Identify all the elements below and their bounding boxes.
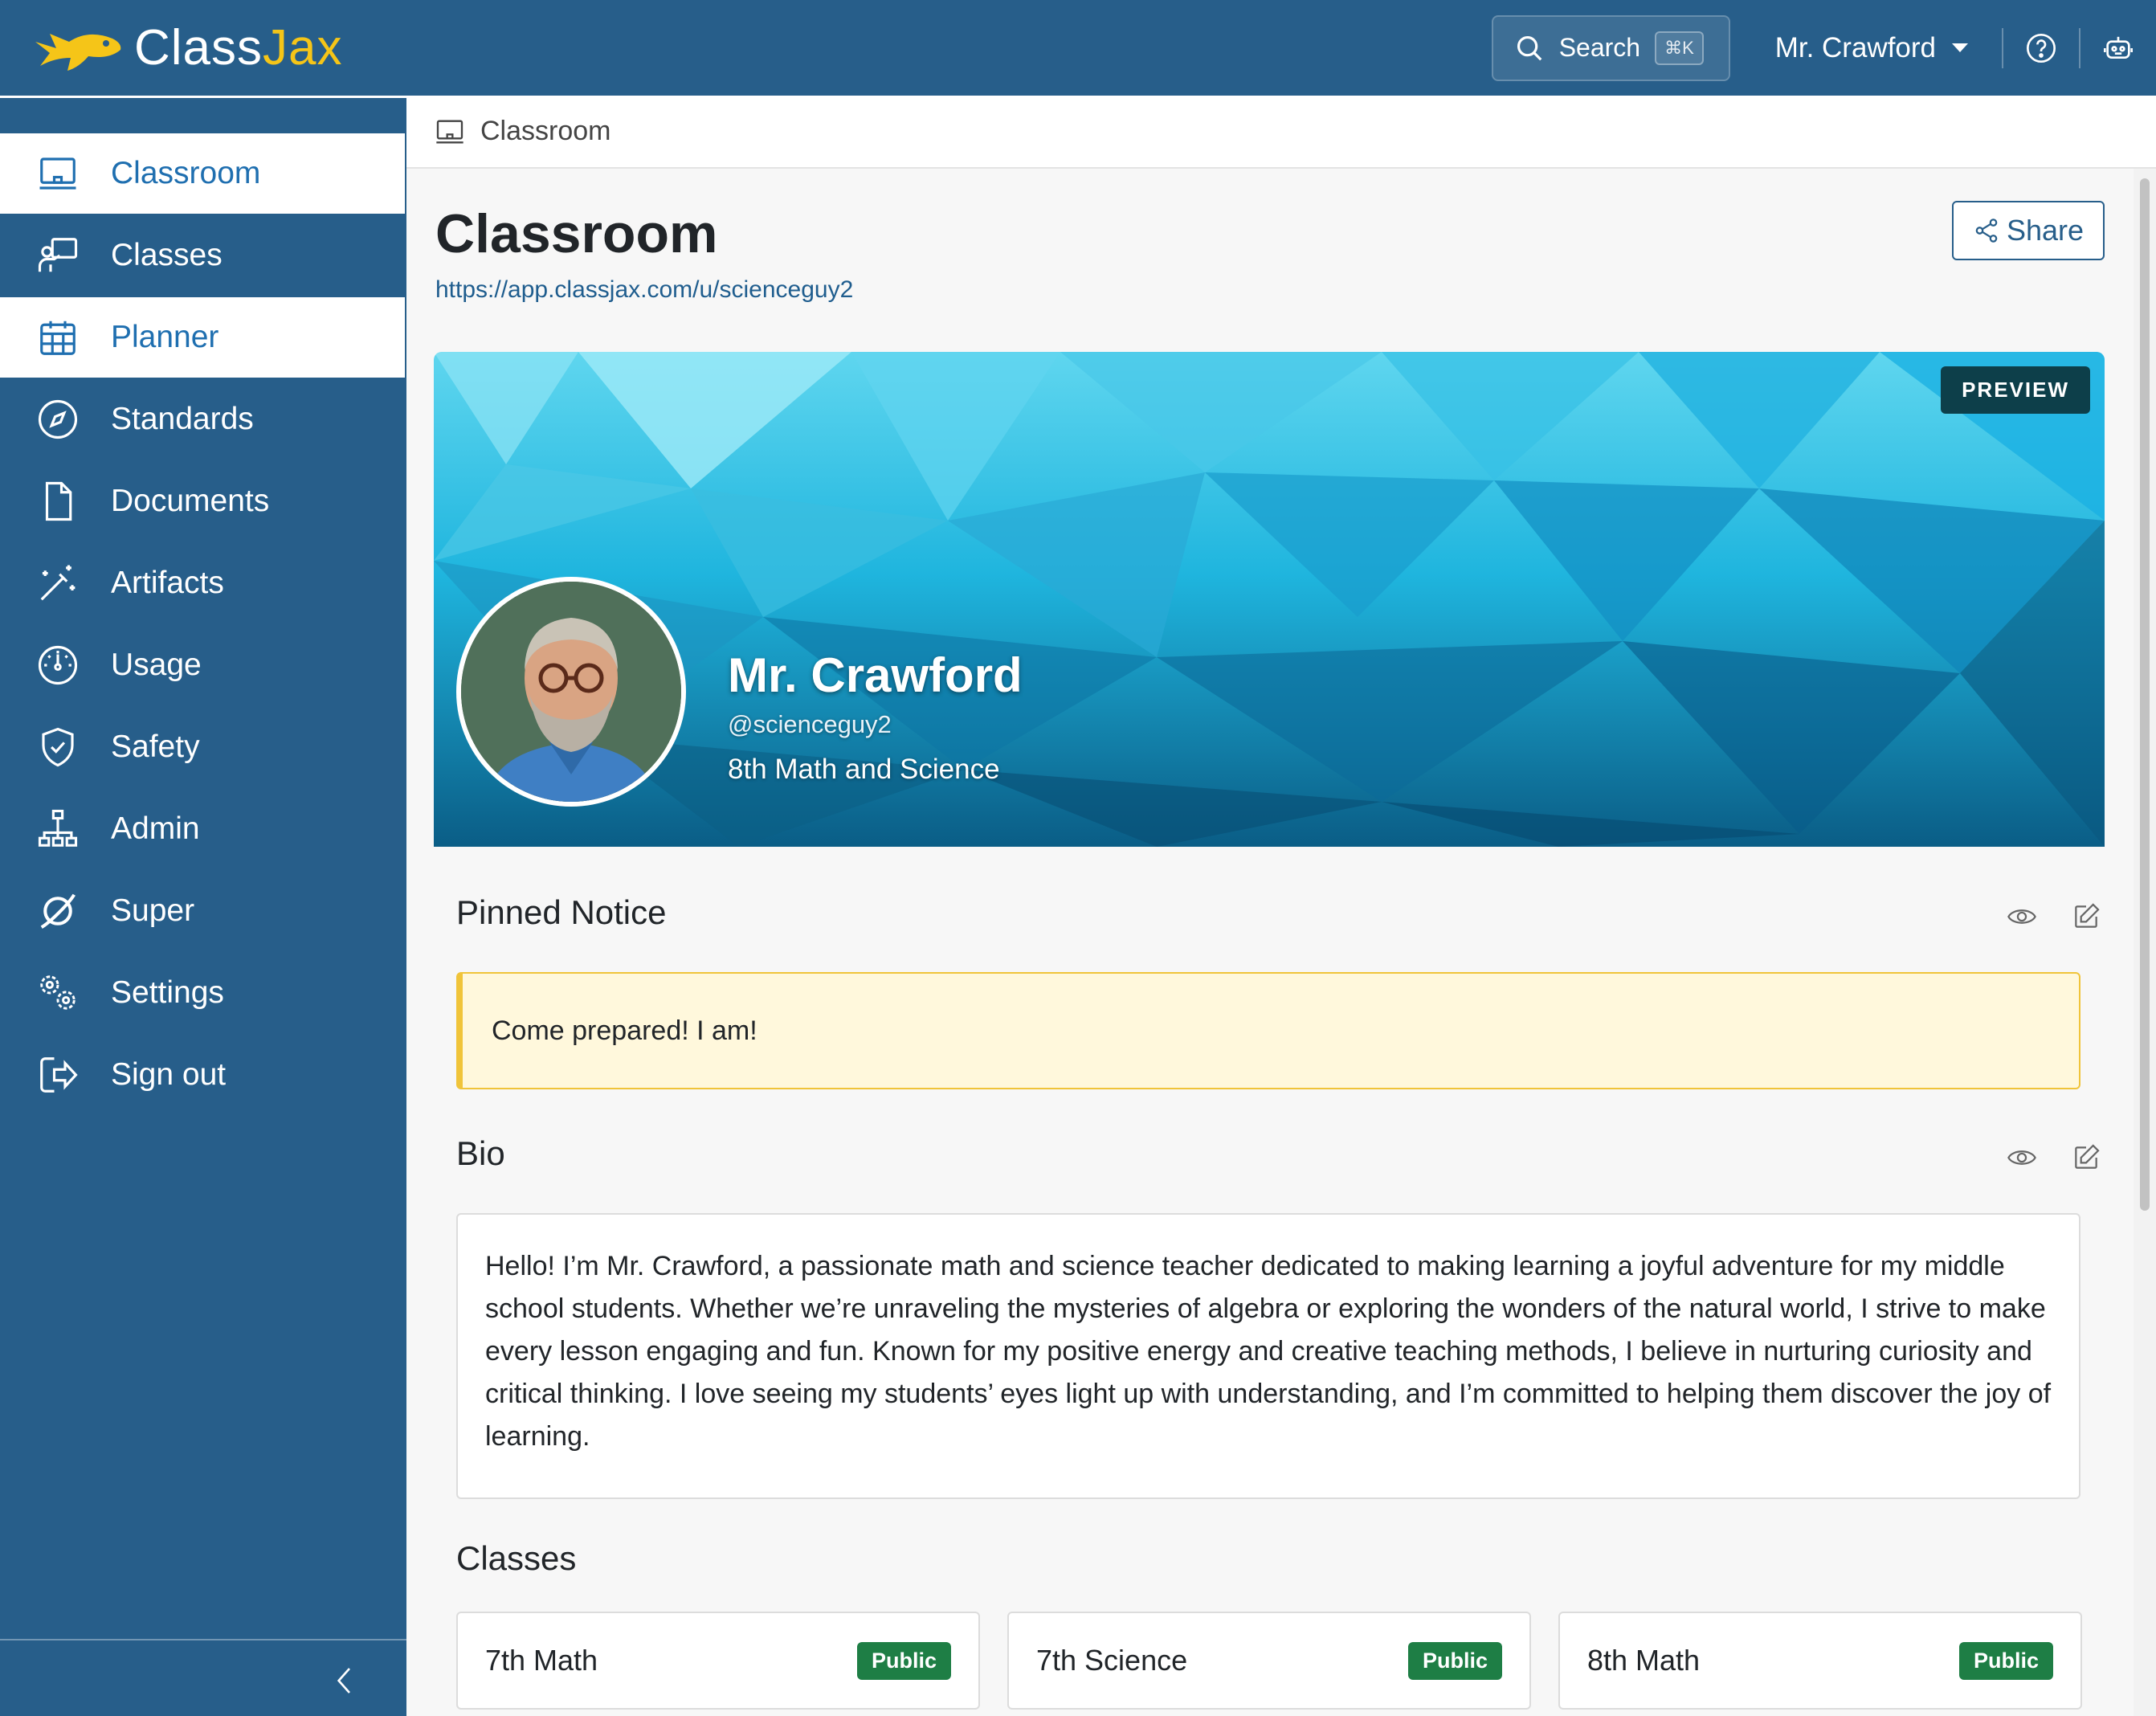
sidebar-item-usage[interactable]: Usage [0,625,405,705]
pinned-notice-title: Pinned Notice [456,893,667,931]
scrollbar-thumb[interactable] [2140,178,2150,1211]
status-badge: Public [1958,1641,2053,1680]
sidebar-item-classroom[interactable]: Classroom [0,133,405,214]
bio-text: Hello! I’m Mr. Crawford, a passionate ma… [456,1213,2080,1499]
class-card[interactable]: 7th Science Public [1007,1612,1531,1710]
eye-icon[interactable] [2007,901,2037,932]
share-label: Share [2006,214,2085,247]
status-badge: Public [1407,1641,1502,1680]
shield-check-icon [35,725,80,770]
user-name: Mr. Crawford [1774,31,1936,63]
user-menu-dropdown[interactable]: Mr. Crawford [1775,32,1968,64]
breadcrumb: Classroom [406,96,2156,169]
monitor-icon [436,120,463,143]
share-button[interactable]: Share [1952,201,2105,260]
teacher-name: Mr. Crawford [728,648,1023,702]
avatar [456,577,686,807]
class-name: 8th Math [1587,1644,1701,1677]
sidebar-item-label: Safety [111,729,200,764]
chevron-left-icon[interactable] [329,1665,361,1697]
compass-icon [35,397,80,442]
class-card[interactable]: 7th Math Public [456,1612,980,1710]
classjax-logo-icon [35,33,121,71]
document-icon [35,479,80,524]
monitor-icon [35,151,80,196]
sidebar-item-safety[interactable]: Safety [0,707,405,787]
gears-icon [35,970,80,1015]
edit-icon[interactable] [2071,901,2101,932]
sidebar-item-label: Standards [111,402,254,436]
page-title: Classroom [435,203,718,264]
help-button[interactable] [2003,0,2079,96]
bio-actions [1973,1142,2101,1173]
sidebar-item-label: Documents [111,484,270,518]
teacher-portrait [461,582,681,802]
teacher-subject: 8th Math and Science [728,754,1000,785]
search-icon [1517,35,1542,60]
pinned-notice-box: Come prepared! I am! [456,972,2080,1089]
share-icon [1975,219,1998,243]
sidebar-item-settings[interactable]: Settings [0,953,405,1033]
main-scrollbar[interactable] [2134,169,2156,1716]
org-chart-icon [35,807,80,852]
sidebar-footer [0,1639,406,1716]
teacher-handle: @scienceguy2 [728,710,892,738]
sidebar-item-label: Sign out [111,1057,227,1092]
search-label: Search [1558,33,1641,62]
sidebar-item-classes[interactable]: Classes [0,215,405,296]
search-button[interactable]: Search ⌘K [1491,14,1730,81]
sign-out-icon [35,1052,80,1097]
sidebar: Classroom Classes Planner Standards Docu… [0,96,406,1716]
main-content: Classroom https://app.classjax.com/u/sci… [406,170,2134,1716]
top-navbar: ClassJax Search ⌘K Mr. Crawford [0,0,2156,96]
low-poly-background [434,352,2105,847]
sidebar-item-label: Usage [111,648,202,682]
sidebar-item-super[interactable]: Super [0,871,405,951]
magic-wand-icon [35,561,80,606]
sidebar-item-standards[interactable]: Standards [0,379,405,460]
edit-icon[interactable] [2071,1142,2101,1173]
sidebar-item-sign-out[interactable]: Sign out [0,1035,405,1115]
sidebar-item-admin[interactable]: Admin [0,789,405,869]
preview-badge: PREVIEW [1941,366,2090,414]
status-badge: Public [856,1641,951,1680]
class-name: 7th Science [1036,1644,1188,1677]
gauge-icon [35,643,80,688]
class-card[interactable]: 8th Math Public [1558,1612,2082,1710]
sidebar-item-planner[interactable]: Planner [0,297,405,378]
eye-icon[interactable] [2007,1142,2037,1173]
classroom-url-link[interactable]: https://app.classjax.com/u/scienceguy2 [435,276,853,304]
sidebar-item-label: Classroom [111,156,261,190]
breadcrumb-label[interactable]: Classroom [480,116,610,147]
sidebar-item-label: Artifacts [111,566,224,600]
sidebar-item-label: Planner [111,320,219,354]
sidebar-item-label: Settings [111,975,224,1010]
profile-hero-banner: PREVIEW Mr. Crawford @scienceguy2 8th Ma… [434,352,2105,847]
sidebar-item-artifacts[interactable]: Artifacts [0,543,405,623]
bio-title: Bio [456,1134,505,1172]
brand-name: ClassJax [134,20,343,76]
brand[interactable]: ClassJax [32,19,343,76]
pinned-notice-actions [1973,901,2101,932]
classes-title: Classes [456,1539,577,1577]
sidebar-item-label: Classes [111,238,223,272]
search-shortcut: ⌘K [1655,31,1704,65]
sidebar-item-label: Admin [111,811,200,846]
caret-down-icon [1952,43,1968,52]
question-circle-icon [2027,33,2056,63]
robot-icon [2104,36,2133,59]
orbit-icon [35,889,80,934]
calendar-icon [35,315,80,360]
assistant-button[interactable] [2080,0,2156,96]
sidebar-item-label: Super [111,893,195,928]
teacher-board-icon [35,233,80,278]
class-name: 7th Math [485,1644,598,1677]
sidebar-item-documents[interactable]: Documents [0,461,405,541]
